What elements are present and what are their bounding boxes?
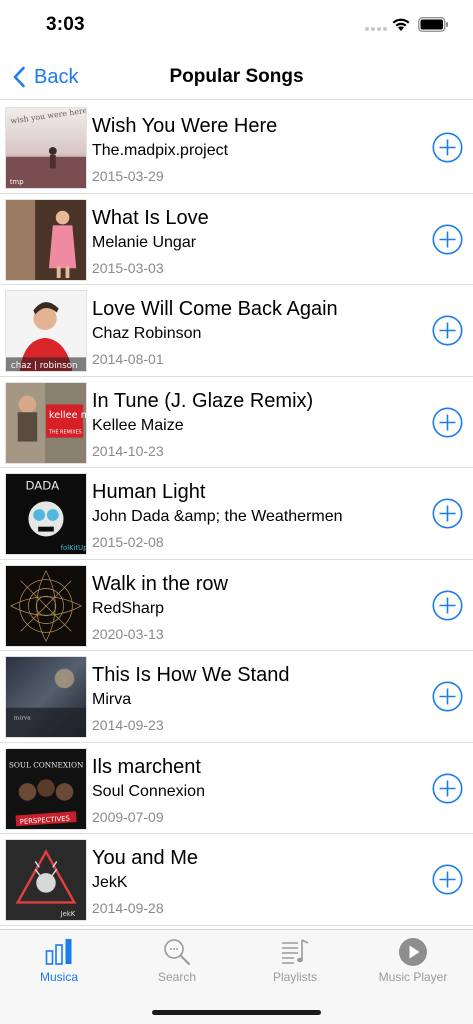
song-row[interactable]: mirva This Is How We Stand Mirva 2014-09… [0, 651, 473, 743]
wifi-icon [392, 18, 410, 31]
plus-circle-icon [432, 498, 463, 529]
bar-chart-icon [45, 939, 72, 965]
battery-icon [418, 17, 448, 32]
song-title: What Is Love [92, 206, 209, 229]
song-row[interactable]: What Is Love Melanie Ungar 2015-03-03 [0, 194, 473, 285]
song-title: You and Me [92, 847, 199, 869]
song-row[interactable]: chaz | robinson Love Will Come Back Agai… [0, 285, 473, 377]
song-title: Walk in the row [92, 572, 228, 595]
artwork-text: mirva [14, 715, 32, 721]
song-title: Wish You Were Here [92, 115, 278, 137]
song-artist: Chaz Robinson [92, 325, 202, 342]
song-title: This Is How We Stand [92, 664, 290, 686]
song-row[interactable]: JekK You and Me JekK 2014-09-28 [0, 834, 473, 926]
album-artwork: mirva [5, 656, 87, 738]
album-artwork: chaz | robinson [5, 290, 87, 372]
tab-label: Search [157, 970, 197, 984]
play-circle-icon [399, 938, 427, 966]
artwork-badge: folKitUp [61, 544, 86, 552]
song-title: In Tune (J. Glaze Remix) [92, 389, 314, 412]
tab-label: Music Player [378, 970, 448, 984]
add-song-button[interactable] [432, 864, 463, 895]
song-row[interactable]: DADA folKitUp Human Light John Dada &amp… [0, 468, 473, 560]
song-artist: Mirva [92, 691, 132, 708]
plus-circle-icon [432, 590, 463, 620]
song-title: Love Will Come Back Again [92, 298, 338, 320]
album-artwork: wish you were here tmp [5, 107, 87, 189]
artwork-text: DADA [26, 479, 60, 493]
tab-label: Playlists [272, 970, 317, 984]
add-song-button[interactable] [432, 224, 463, 255]
tab-musica[interactable]: Musica [0, 930, 118, 990]
song-date: 2015-03-03 [92, 259, 164, 276]
song-row[interactable]: Walk in the row RedSharp 2020-03-13 [0, 560, 473, 651]
song-list: wish you were here tmp Wish You Were Her… [0, 102, 473, 926]
album-artwork: kellee maize THE REMIXES [5, 381, 87, 464]
add-song-button[interactable] [432, 132, 463, 163]
album-artwork: JekK [5, 839, 87, 921]
plus-circle-icon [432, 773, 463, 803]
plus-circle-icon [432, 864, 463, 895]
plus-circle-icon [432, 681, 463, 712]
song-date: 2014-09-28 [92, 900, 164, 916]
song-title: Human Light [92, 481, 206, 503]
album-artwork [5, 198, 87, 281]
tab-playlists[interactable]: Playlists [236, 930, 354, 990]
plus-circle-icon [432, 315, 463, 346]
album-artwork: DADA folKitUp [5, 473, 87, 555]
song-date: 2014-08-01 [92, 351, 164, 367]
song-artist: Soul Connexion [92, 782, 205, 800]
song-title: Ils marchent [92, 755, 201, 778]
plus-circle-icon [432, 132, 463, 163]
artwork-text: JekK [60, 910, 76, 918]
cellular-signal-icon [365, 27, 387, 33]
artwork-badge: THE REMIXES [48, 429, 82, 435]
plus-circle-icon [432, 224, 463, 254]
navigation-bar: Back Popular Songs [0, 52, 473, 100]
song-date: 2015-03-29 [92, 168, 164, 184]
artwork-badge: tmp [10, 178, 24, 186]
artwork-text: chaz | robinson [11, 361, 78, 371]
plus-circle-icon [432, 407, 463, 437]
add-song-button[interactable] [432, 498, 463, 529]
home-indicator [152, 1010, 321, 1015]
status-time: 3:03 [46, 14, 85, 35]
song-date: 2015-02-08 [92, 534, 164, 550]
song-date: 2014-10-23 [92, 442, 164, 459]
add-song-button[interactable] [432, 681, 463, 712]
add-song-button[interactable] [432, 407, 463, 438]
song-artist: Kellee Maize [92, 416, 184, 434]
song-artist: JekK [92, 874, 128, 891]
add-song-button[interactable] [432, 773, 463, 804]
song-artist: Melanie Ungar [92, 233, 197, 251]
playlist-icon [282, 939, 309, 964]
album-artwork [5, 564, 87, 647]
artwork-text: SOUL CONNEXION [9, 760, 84, 769]
song-date: 2014-09-23 [92, 717, 164, 733]
search-icon [164, 939, 190, 965]
song-artist: The.madpix.project [92, 142, 229, 159]
song-artist: John Dada &amp; the Weathermen [92, 508, 343, 525]
song-date: 2009-07-09 [92, 808, 164, 825]
tab-bar: Musica Search Playlists Music Player [0, 929, 473, 1024]
status-bar: 3:03 [0, 0, 473, 52]
song-artist: RedSharp [92, 599, 165, 617]
song-row[interactable]: wish you were here tmp Wish You Were Her… [0, 102, 473, 194]
add-song-button[interactable] [432, 590, 463, 621]
artwork-text: kellee maize [49, 410, 86, 421]
page-title: Popular Songs [169, 66, 304, 87]
tab-search[interactable]: Search [118, 930, 236, 990]
tab-label: Musica [39, 970, 78, 984]
song-row[interactable]: kellee maize THE REMIXES In Tune (J. Gla… [0, 377, 473, 468]
tab-music-player[interactable]: Music Player [354, 930, 472, 990]
album-artwork: SOUL CONNEXION PERSPECTIVES [5, 747, 87, 830]
add-song-button[interactable] [432, 315, 463, 346]
song-date: 2020-03-13 [92, 625, 164, 642]
song-row[interactable]: SOUL CONNEXION PERSPECTIVES Ils marchent… [0, 743, 473, 834]
